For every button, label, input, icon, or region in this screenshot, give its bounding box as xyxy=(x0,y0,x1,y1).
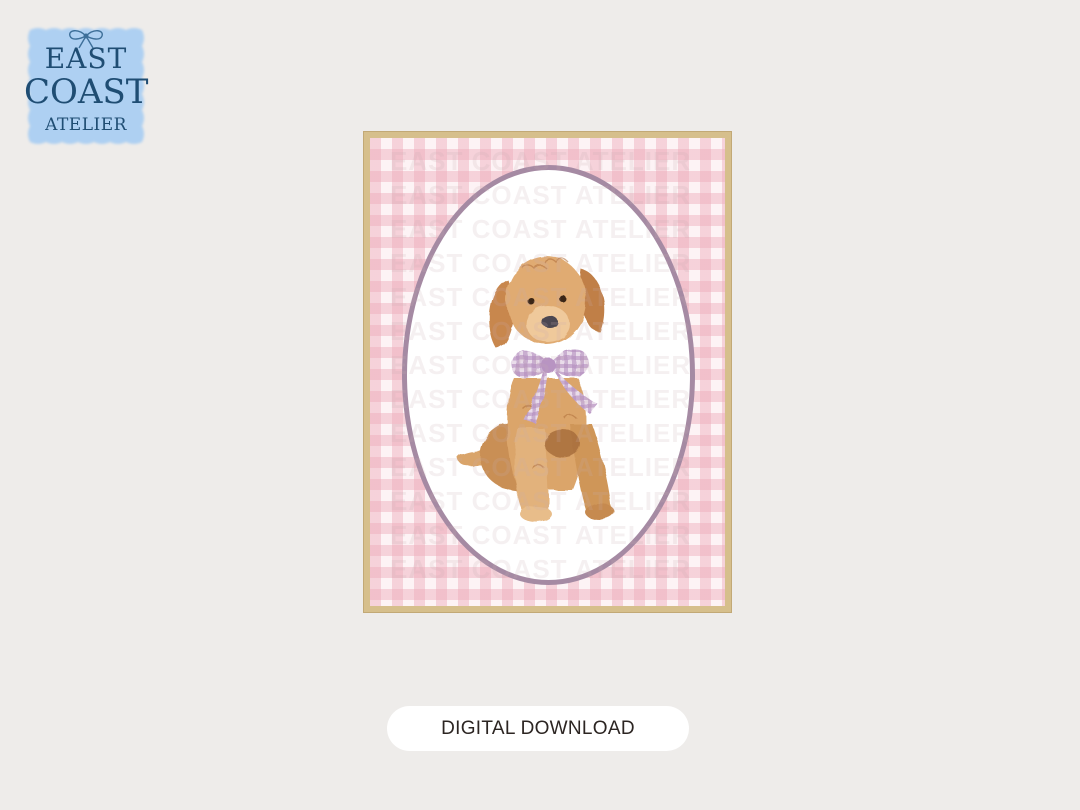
print-frame: EAST COAST ATELIER EAST COAST ATELIER EA… xyxy=(364,132,731,612)
digital-download-badge: DIGITAL DOWNLOAD xyxy=(387,706,689,751)
logo-text-east: EAST xyxy=(44,42,128,75)
logo-text-atelier: ATELIER xyxy=(45,115,127,135)
watercolor-dog-illustration xyxy=(458,256,615,522)
logo-text-coast: COAST xyxy=(24,72,149,112)
digital-download-label: DIGITAL DOWNLOAD xyxy=(441,717,635,739)
brand-logo: EAST COAST ATELIER xyxy=(24,24,148,148)
